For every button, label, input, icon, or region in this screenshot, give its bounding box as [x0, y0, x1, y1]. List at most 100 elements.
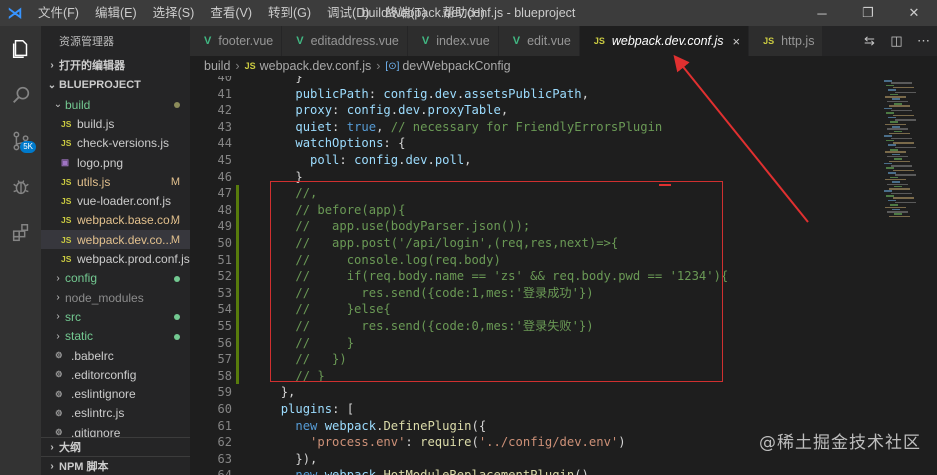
watermark: @稀土掘金技术社区 [759, 433, 921, 453]
tree-item[interactable]: ⚙ .eslintrc.js [41, 404, 190, 423]
tree-item[interactable]: JS check-versions.js [41, 134, 190, 153]
breadcrumb-file[interactable]: webpack.dev.conf.js [260, 59, 372, 73]
menu-item[interactable]: 转到(G) [260, 0, 319, 26]
js-file-icon: JS [61, 176, 72, 187]
image-file-icon: ▣ [61, 157, 70, 168]
tab-footer-vue[interactable]: Vfooter.vue [190, 26, 283, 56]
more-actions-icon[interactable]: ⋯ [910, 33, 937, 49]
minimap[interactable] [880, 76, 937, 475]
open-editors-label: 打开的编辑器 [59, 60, 125, 72]
modified-badge: M [170, 175, 180, 188]
tree-item[interactable]: JS vue-loader.conf.js [41, 191, 190, 210]
code-text: new webpack.DefinePlugin({ [295, 418, 487, 433]
tree-item[interactable]: ⚙ .eslintignore [41, 384, 190, 403]
explorer-icon[interactable] [0, 26, 41, 72]
modified-gutter [236, 218, 239, 235]
menu-item[interactable]: 查看(V) [202, 0, 260, 26]
tree-item-label: config [65, 271, 98, 286]
extensions-icon[interactable] [0, 210, 41, 256]
code-line: 44 watchOptions: { [190, 135, 880, 152]
split-editor-icon[interactable]: ◫ [883, 33, 910, 49]
minimap-line [886, 195, 894, 197]
tab-label: webpack.dev.conf.js [611, 34, 724, 48]
modified-gutter [236, 251, 239, 269]
code-line: 40 } [190, 76, 880, 86]
minimap-line [884, 107, 892, 110]
tree-item[interactable]: › static [41, 327, 190, 346]
tree-item-label: .eslintrc.js [71, 406, 125, 421]
menu-item[interactable]: 选择(S) [145, 0, 203, 26]
tree-item[interactable]: › src [41, 307, 190, 326]
explorer-sidebar: 资源管理器 › 打开的编辑器 ⌄ BLUEPROJECT ⌄ build JS build… [41, 26, 190, 475]
compare-icon[interactable]: ⇆ [856, 33, 883, 49]
close-icon[interactable]: ✕ [891, 0, 937, 26]
open-editors-section[interactable]: › 打开的编辑器 [41, 55, 190, 75]
js-file-icon: JS [61, 234, 72, 245]
line-number: 43 [217, 119, 232, 134]
source-control-icon[interactable]: 5K [0, 118, 41, 164]
minimap-line [888, 172, 896, 174]
search-icon[interactable] [0, 72, 41, 118]
modified-gutter [236, 334, 239, 352]
tab-webpack-dev-conf-js[interactable]: JS webpack.dev.conf.js × [579, 26, 750, 56]
tree-item[interactable]: ⌄ build [41, 95, 190, 114]
tab-label: editaddress.vue [310, 34, 399, 48]
tab-label: footer.vue [218, 34, 274, 48]
config-file-icon: ⚙ [55, 407, 63, 418]
menu-item[interactable]: 编辑(E) [87, 0, 145, 26]
menu-bar: 文件(F) 编辑(E) 选择(S) 查看(V) 转到(G) 调试(D) 终端(T) 帮助(H) [30, 0, 493, 26]
tab-edit-vue[interactable]: Vedit.vue [498, 26, 580, 56]
minimap-line [889, 132, 910, 135]
menu-item[interactable]: 调试(D) [319, 0, 377, 26]
outline-section[interactable]: › 大纲 [41, 437, 190, 456]
close-icon[interactable]: × [733, 34, 741, 49]
tree-item[interactable]: › node_modules [41, 288, 190, 307]
tab-index-vue[interactable]: Vindex.vue [407, 26, 499, 56]
minimap-line [891, 165, 912, 167]
vue-file-icon: V [204, 35, 212, 47]
menu-item[interactable]: 帮助(H) [434, 0, 492, 26]
tree-item[interactable]: ⚙ .babelrc [41, 346, 190, 365]
minimap-line [889, 160, 910, 162]
minimap-line [893, 114, 914, 116]
vue-file-icon: V [512, 35, 521, 47]
minimap-line [891, 137, 912, 139]
modified-badge: M [170, 214, 180, 227]
restore-icon[interactable]: ❐ [845, 0, 891, 26]
line-number: 47 [217, 186, 232, 201]
tab-editaddress-vue[interactable]: Veditaddress.vue [282, 26, 408, 56]
minimap-line [893, 86, 914, 89]
minimize-icon[interactable]: ─ [799, 0, 845, 26]
tree-item[interactable]: ⚙ .editorconfig [41, 365, 190, 384]
npm-scripts-section[interactable]: › NPM 脚本 [41, 456, 190, 475]
tree-item[interactable]: JS webpack.dev.co... M [41, 230, 190, 250]
tree-item[interactable]: › config [41, 269, 190, 288]
minimap-line [888, 199, 896, 202]
breadcrumb-symbol[interactable]: devWebpackConfig [402, 59, 510, 73]
breadcrumb-folder[interactable]: build [204, 59, 230, 73]
project-label: BLUEPROJECT [59, 79, 141, 91]
debug-icon[interactable] [0, 164, 41, 210]
menu-item[interactable]: 文件(F) [30, 0, 87, 26]
tree-item-label: vue-loader.conf.js [77, 194, 172, 209]
line-number: 49 [217, 219, 232, 234]
line-number: 54 [217, 302, 232, 317]
variable-icon: [⊙] [385, 60, 400, 72]
code-line: 43 quiet: true, // necessary for Friendl… [190, 119, 880, 136]
line-number: 50 [217, 236, 232, 250]
minimap-line [890, 121, 898, 123]
line-number: 60 [217, 402, 232, 416]
tree-item[interactable]: JS webpack.base.co... M [41, 211, 190, 230]
code-line: 64 new webpack.HotModuleReplacementPlugi… [190, 467, 880, 475]
tree-item[interactable]: ▣ logo.png [41, 153, 190, 172]
project-section[interactable]: ⌄ BLUEPROJECT [41, 75, 190, 95]
menu-item[interactable]: 终端(T) [377, 0, 434, 26]
tree-item[interactable]: JS build.js [41, 114, 190, 133]
editor-tabs: Vfooter.vue Veditaddress.vue Vindex.vue Ved… [190, 26, 937, 56]
minimap-line [889, 215, 910, 218]
tree-item[interactable]: JS webpack.prod.conf.js [41, 249, 190, 268]
line-number: 64 [190, 467, 232, 475]
chevron-right-icon: › [56, 311, 60, 323]
tree-item[interactable]: JS utils.js M [41, 172, 190, 191]
tab-http-js[interactable]: JS http.js [749, 26, 824, 56]
